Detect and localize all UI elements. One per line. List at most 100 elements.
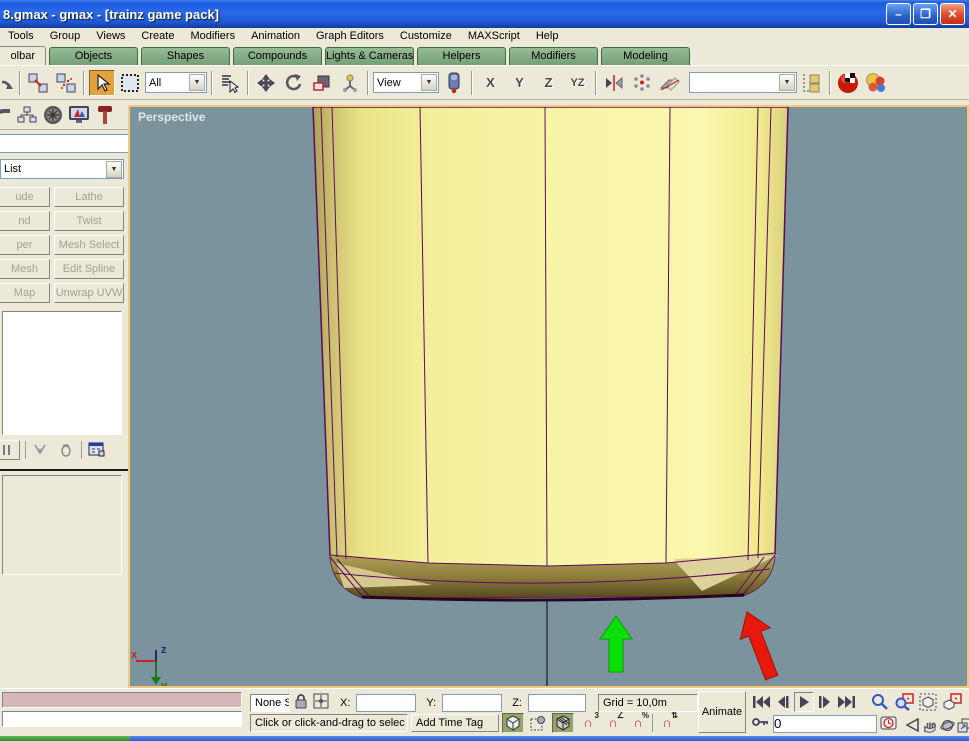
restrict-x-button[interactable]: X (477, 71, 504, 95)
configure-modifier-sets-button[interactable] (87, 440, 107, 460)
snaps-toggle-button[interactable] (502, 713, 524, 733)
y-coordinate-field[interactable] (442, 694, 502, 712)
tab-lights-cameras[interactable]: Lights & Cameras (325, 47, 414, 65)
make-unique-button[interactable] (56, 440, 76, 460)
selection-lock-icon[interactable] (294, 693, 308, 712)
zoom-extents-all-button[interactable] (940, 691, 963, 713)
zoom-all-button[interactable] (892, 691, 915, 713)
unlink-selection-button[interactable] (53, 70, 79, 96)
display-tab-icon[interactable] (68, 103, 90, 127)
select-and-manipulate-button[interactable] (337, 70, 363, 96)
min-max-toggle-button[interactable] (956, 714, 969, 736)
select-and-scale-button[interactable] (309, 70, 335, 96)
z-coordinate-field[interactable] (528, 694, 586, 712)
modifier-stack-list[interactable] (2, 311, 122, 435)
key-mode-toggle-icon[interactable] (752, 716, 770, 731)
current-frame-field[interactable] (773, 715, 877, 733)
tab-modeling[interactable]: Modeling (601, 47, 690, 65)
angle-snap-button[interactable]: ∩∠ (602, 713, 624, 733)
edit-named-selections-button[interactable] (799, 70, 825, 96)
restrict-yz-plane-button[interactable]: YZ (564, 71, 591, 95)
tab-modifiers[interactable]: Modifiers (509, 47, 598, 65)
pan-view-button[interactable] (921, 714, 938, 736)
play-button[interactable] (794, 692, 814, 712)
mesh-select-button[interactable]: Mesh Select (54, 235, 124, 255)
select-by-name-button[interactable] (217, 70, 243, 96)
menu-create[interactable]: Create (133, 28, 182, 45)
motion-tab-icon[interactable] (42, 103, 64, 127)
maxscript-listener-line[interactable] (2, 711, 242, 727)
menu-group[interactable]: Group (42, 28, 89, 45)
named-selection-sets-dropdown[interactable]: ▼ (689, 72, 797, 93)
array-button[interactable] (629, 70, 655, 96)
perspective-viewport[interactable]: Perspective (128, 105, 969, 688)
menu-modifiers[interactable]: Modifiers (182, 28, 243, 45)
use-pivot-point-center-button[interactable] (441, 70, 467, 96)
reference-coordinate-system-dropdown[interactable]: View ▼ (373, 72, 439, 93)
edit-spline-button[interactable]: Edit Spline (54, 259, 124, 279)
material-editor-button[interactable] (835, 70, 861, 96)
menu-graph-editors[interactable]: Graph Editors (308, 28, 392, 45)
zoom-extents-button[interactable] (916, 691, 939, 713)
select-and-rotate-button[interactable] (281, 70, 307, 96)
select-and-link-button[interactable] (25, 70, 51, 96)
material-navigator-button[interactable] (863, 70, 889, 96)
previous-frame-button[interactable] (773, 692, 793, 712)
spinner-snap-button[interactable]: ∩⇅ (656, 713, 678, 733)
modify-tab-icon[interactable] (0, 103, 12, 127)
close-button[interactable]: ✕ (940, 3, 965, 25)
menu-help[interactable]: Help (528, 28, 567, 45)
go-to-start-button[interactable] (752, 692, 772, 712)
time-configuration-icon[interactable] (880, 714, 898, 733)
tab-shapes[interactable]: Shapes (141, 47, 230, 65)
snap-toggle-3d-button[interactable]: ∩3 (577, 713, 599, 733)
menu-animation[interactable]: Animation (243, 28, 308, 45)
object-mesh[interactable] (313, 107, 788, 600)
utilities-tab-icon[interactable] (94, 103, 116, 127)
percent-snap-button[interactable]: ∩% (627, 713, 649, 733)
menu-views[interactable]: Views (88, 28, 133, 45)
dropdown-arrow-icon[interactable]: ▼ (189, 74, 205, 91)
pin-stack-button[interactable] (0, 440, 20, 460)
extrude-button[interactable]: ude (0, 187, 50, 207)
object-name-field[interactable] (0, 134, 128, 153)
restrict-z-button[interactable]: Z (535, 71, 562, 95)
redo-icon[interactable] (2, 70, 15, 96)
tab-objects[interactable]: Objects (49, 47, 138, 65)
twist-button[interactable]: Twist (54, 211, 124, 231)
minimize-button[interactable]: – (886, 3, 911, 25)
maxscript-mini-listener[interactable] (2, 692, 242, 708)
go-to-end-button[interactable] (836, 692, 856, 712)
arc-rotate-button[interactable] (939, 714, 955, 736)
align-button[interactable] (657, 70, 683, 96)
edit-mesh-button[interactable]: Mesh (0, 259, 50, 279)
select-and-move-button[interactable] (253, 70, 279, 96)
menu-maxscript[interactable]: MAXScript (460, 28, 528, 45)
select-object-button[interactable] (89, 70, 115, 96)
dropdown-arrow-icon[interactable]: ▼ (106, 161, 122, 178)
x-coordinate-field[interactable] (356, 694, 416, 712)
uvw-map-button[interactable]: Map (0, 283, 50, 303)
dropdown-arrow-icon[interactable]: ▼ (779, 74, 795, 91)
tab-helpers[interactable]: Helpers (417, 47, 506, 65)
animate-button[interactable]: Animate (698, 691, 746, 733)
next-frame-button[interactable] (815, 692, 835, 712)
rectangular-selection-region-button[interactable] (117, 70, 143, 96)
mirror-button[interactable] (601, 70, 627, 96)
tab-main-toolbar[interactable]: olbar (0, 46, 46, 65)
viewport-canvas[interactable]: x z y (130, 107, 967, 686)
show-end-result-button[interactable] (31, 440, 51, 460)
window-crossing-toggle-button[interactable] (527, 713, 549, 733)
unwrap-uvw-button[interactable]: Unwrap UVW (54, 283, 124, 303)
snap-cube-button[interactable] (552, 713, 574, 733)
title-bar[interactable]: 8.gmax - gmax - [trainz game pack] – ❐ ✕ (0, 0, 969, 28)
tab-compounds[interactable]: Compounds (233, 47, 322, 65)
modifier-list-dropdown[interactable]: List ▼ (0, 159, 124, 179)
zoom-button[interactable] (868, 691, 891, 713)
absolute-transform-icon[interactable] (312, 692, 330, 713)
dropdown-arrow-icon[interactable]: ▼ (421, 74, 437, 91)
lathe-button[interactable]: Lathe (54, 187, 124, 207)
add-time-tag-button[interactable]: Add Time Tag (411, 714, 499, 732)
taper-button[interactable]: per (0, 235, 50, 255)
hierarchy-tab-icon[interactable] (16, 103, 38, 127)
